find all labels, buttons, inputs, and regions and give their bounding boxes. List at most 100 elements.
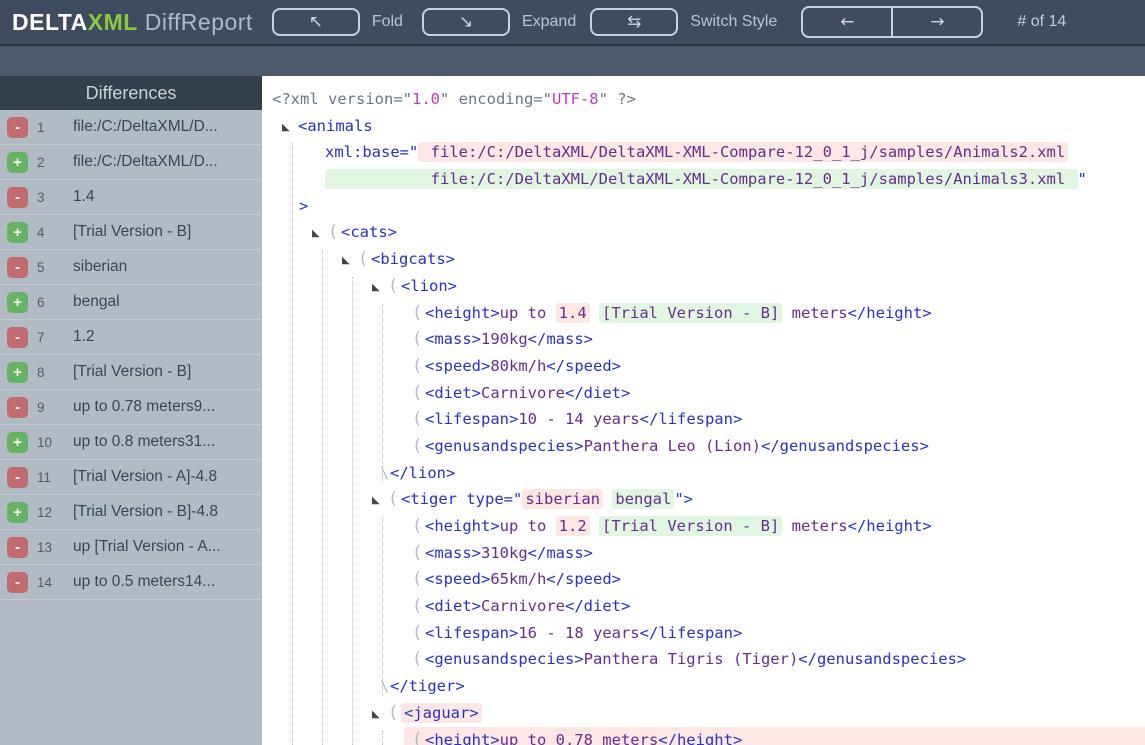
code-text: </tiger>: [390, 677, 465, 696]
collapse-toggle-icon[interactable]: ◣: [372, 275, 388, 302]
insertion-badge-icon: +: [7, 151, 28, 173]
code-text: " encoding=": [439, 90, 552, 108]
expand-label: Expand: [521, 13, 577, 30]
code-lines: <?xml version="1.0" encoding="UTF-8" ?> ◣…: [262, 76, 1145, 745]
differences-list: -1 file:/C:/DeltaXML/D... +2 file:/C:/Delta…: [0, 110, 262, 600]
code-text: <speed>: [425, 570, 491, 589]
code-line: ◣(<tiger type=" siberian bengal ">: [262, 486, 1145, 513]
code-line: ◣(<bigcats>: [262, 246, 1145, 273]
app-logo: DELTAXML DiffReport: [12, 9, 253, 36]
code-text: </lion>: [390, 463, 456, 482]
collapse-toggle-icon[interactable]: ◣: [372, 702, 388, 729]
difference-number: 4: [37, 224, 45, 240]
differences-sidebar: Differences -1 file:/C:/DeltaXML/D... +2 fi…: [0, 76, 262, 745]
fold-button[interactable]: ↖: [271, 8, 360, 36]
code-text: </genusandspecies>: [760, 436, 929, 455]
code-text: </diet>: [565, 597, 631, 616]
code-text: <mass>: [425, 543, 481, 562]
code-text: </height>: [658, 730, 743, 745]
code-line: ◣(<lion>: [262, 273, 1145, 300]
collapse-toggle-icon[interactable]: ◣: [312, 221, 328, 248]
paren-open-icon: (: [388, 489, 399, 510]
difference-number: 11: [37, 469, 52, 485]
code-line: (<genusandspecies>Panthera Tigris (Tiger…: [262, 646, 1145, 673]
tree-guide-line: [292, 143, 293, 745]
code-text: <height>: [425, 730, 500, 745]
difference-list-item[interactable]: -3 1.4: [0, 180, 262, 215]
paren-open-icon: (: [412, 382, 423, 403]
code-text: </height>: [847, 303, 932, 322]
deletion-badge-icon: -: [7, 326, 28, 348]
collapse-toggle-icon[interactable]: ◣: [282, 115, 298, 142]
code-line: xml:base=" file:/C:/DeltaXML/DeltaXML-XM…: [262, 139, 1145, 166]
difference-label: 1.2: [73, 328, 95, 345]
code-text: up to: [499, 303, 556, 322]
code-line: >: [262, 193, 1145, 220]
difference-number: 6: [37, 294, 45, 310]
difference-label: up to 0.5 meters14...: [73, 573, 216, 590]
code-line: (<mass>190kg</mass>: [262, 326, 1145, 353]
tree-guide-line: [382, 517, 383, 697]
difference-list-item[interactable]: -11 [Trial Version - A]-4.8: [0, 460, 262, 495]
code-text: </genusandspecies>: [798, 650, 967, 669]
deleted-text: file:/C:/DeltaXML/DeltaXML-XML-Compare-1…: [418, 142, 1069, 163]
deletion-badge-icon: -: [7, 571, 28, 593]
code-text: 310kg: [481, 543, 528, 562]
difference-label: [Trial Version - B]: [73, 223, 192, 240]
code-text: <animals: [298, 116, 373, 135]
code-text: </speed>: [546, 570, 621, 589]
difference-list-item[interactable]: -5 siberian: [0, 250, 262, 285]
difference-list-item[interactable]: +10 up to 0.8 meters31...: [0, 425, 262, 460]
code-line: (<speed>80km/h</speed>: [262, 353, 1145, 380]
paren-open-icon: (: [358, 249, 369, 270]
code-line: ◣(<jaguar>: [262, 700, 1145, 727]
difference-label: up [Trial Version - A...: [73, 538, 221, 555]
difference-list-item[interactable]: +12 [Trial Version - B]-4.8: [0, 495, 262, 530]
code-text: Carnivore: [481, 597, 565, 616]
next-diff-button[interactable]: →: [893, 8, 981, 36]
difference-list-item[interactable]: -14 up to 0.5 meters14...: [0, 565, 262, 600]
difference-number: 7: [37, 329, 45, 345]
code-text: meters: [782, 517, 848, 535]
difference-list-item[interactable]: +2 file:/C:/DeltaXML/D...: [0, 145, 262, 180]
code-line: (<height>up to 1.4 [Trial Version - B] m…: [262, 300, 1145, 327]
inserted-text: [Trial Version - B]: [599, 516, 783, 536]
switch-style-button[interactable]: ⇆: [590, 8, 679, 36]
code-text: </speed>: [546, 356, 621, 375]
difference-list-item[interactable]: -13 up [Trial Version - A...: [0, 530, 262, 565]
collapse-toggle-icon[interactable]: ◣: [342, 248, 358, 275]
difference-label: [Trial Version - B]-4.8: [73, 503, 219, 520]
collapse-toggle-icon[interactable]: ◣: [372, 488, 388, 515]
diff-counter: # of 14: [1017, 13, 1067, 30]
paren-open-icon: (: [412, 596, 423, 617]
difference-list-item[interactable]: +6 bengal: [0, 285, 262, 320]
difference-list-item[interactable]: -9 up to 0.78 meters9...: [0, 390, 262, 425]
difference-list-item[interactable]: -1 file:/C:/DeltaXML/D...: [0, 110, 262, 145]
code-text: " ?>: [598, 90, 636, 108]
difference-list-item[interactable]: +8 [Trial Version - B]: [0, 355, 262, 390]
code-text: <mass>: [425, 330, 481, 349]
logo-xml: XML: [87, 8, 138, 35]
logo-product: DiffReport: [137, 8, 253, 35]
logo-delta: DELTA: [12, 8, 88, 35]
difference-label: file:/C:/DeltaXML/D...: [73, 153, 218, 170]
code-line: ◣ <animals: [262, 113, 1145, 140]
expand-button[interactable]: ↘: [421, 8, 510, 36]
inserted-text: bengal: [612, 489, 675, 510]
code-text: </lifespan>: [639, 410, 743, 429]
paren-open-icon: (: [412, 516, 423, 536]
code-line: <?xml version="1.0" encoding="UTF-8" ?>: [262, 86, 1145, 113]
difference-label: up to 0.8 meters31...: [73, 433, 216, 450]
difference-list-item[interactable]: -7 1.2: [0, 320, 262, 355]
code-text: <speed>: [425, 356, 491, 375]
previous-diff-button[interactable]: ←: [803, 8, 891, 36]
code-text: <diet>: [425, 597, 481, 616]
difference-label: up to 0.78 meters9...: [73, 398, 216, 415]
difference-number: 3: [37, 189, 45, 205]
paren-open-icon: (: [388, 702, 399, 723]
difference-label: bengal: [73, 293, 120, 310]
difference-list-item[interactable]: +4 [Trial Version - B]: [0, 215, 262, 250]
code-text: 80km/h: [490, 356, 547, 375]
